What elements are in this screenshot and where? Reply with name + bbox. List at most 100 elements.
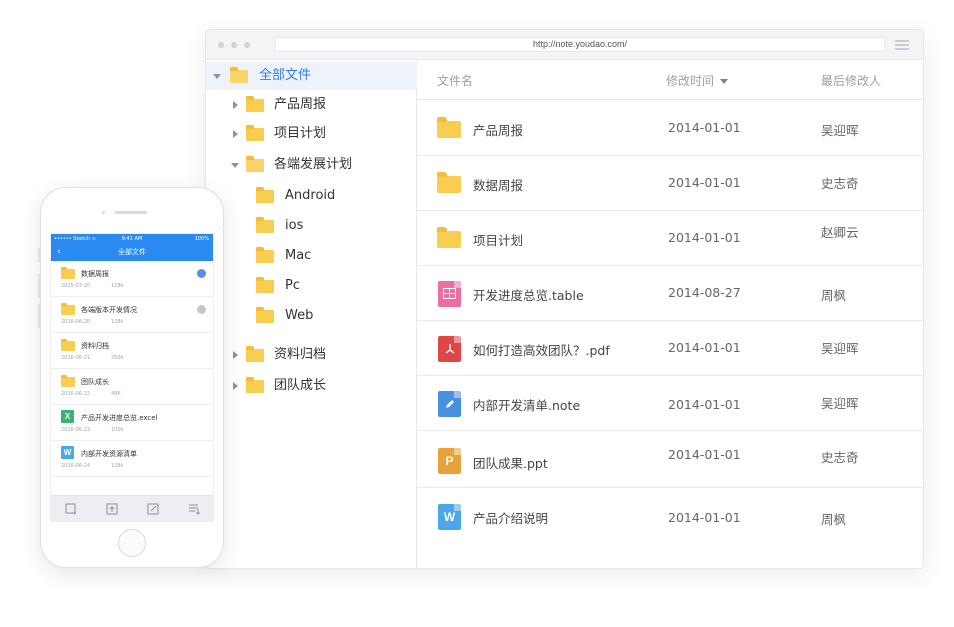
file-name[interactable]: 内部开发清单.note [473, 395, 580, 414]
folder-icon [61, 375, 75, 387]
tree-item-archive[interactable]: 资料归档 [206, 341, 417, 369]
file-date: 2014-01-01 [668, 447, 741, 462]
phone-item-size: 128k [111, 463, 124, 469]
tree-item-project-plan[interactable]: 项目计划 [206, 120, 417, 148]
window-dot-icon[interactable] [218, 42, 224, 48]
tree-item-label: 团队成长 [274, 378, 327, 393]
chevron-down-icon[interactable] [213, 74, 221, 79]
tree-item-label: 项目计划 [274, 126, 327, 141]
mobile-phone-mockup: •••••• Sketch ≈ 9:41 AM 100% ‹ 全部文件 数据周报… [38, 187, 224, 568]
column-header-modifier[interactable]: 最后修改人 [821, 72, 881, 89]
file-list-header: 文件名 修改时间 最后修改人 [417, 61, 923, 100]
phone-list-item[interactable]: 数据周报 2015-03-20 128k [51, 261, 213, 297]
tree-item-label: 资料归档 [274, 347, 327, 362]
phone-nav-title: 全部文件 [118, 248, 146, 256]
folder-icon [61, 303, 75, 315]
file-name[interactable]: 数据周报 [473, 175, 523, 194]
file-name[interactable]: 团队成果.ppt [473, 453, 548, 472]
phone-list-item[interactable]: 团队成长 2016-06-22 48K [51, 369, 213, 405]
home-button[interactable] [118, 529, 146, 557]
tree-item-label: 全部文件 [259, 68, 312, 83]
file-row[interactable]: 项目计划 2014-01-01 赵卿云 [417, 211, 923, 266]
phone-list-item[interactable]: X 产品开发进度总览.excel 2016-06-23 100k [51, 405, 213, 441]
column-header-modified[interactable]: 修改时间 [666, 72, 729, 89]
phone-item-date: 2016-06-23 [61, 427, 91, 433]
phone-item-name: 数据周报 [81, 270, 109, 278]
file-name[interactable]: 开发进度总览.table [473, 285, 584, 304]
tree-item-all-files[interactable]: 全部文件 [206, 62, 417, 90]
folder-icon [256, 187, 274, 203]
back-chevron-icon[interactable]: ‹ [57, 244, 61, 261]
file-row[interactable]: 数据周报 2014-01-01 史志奇 [417, 156, 923, 211]
file-row[interactable]: 产品周报 2014-01-01 吴迎晖 [417, 101, 923, 156]
new-note-icon[interactable] [65, 503, 77, 515]
file-row[interactable]: P 团队成果.ppt 2014-01-01 史志奇 [417, 431, 923, 488]
file-name[interactable]: 产品介绍说明 [473, 508, 548, 527]
status-time: 9:41 AM [121, 236, 143, 242]
globe-icon [197, 269, 206, 278]
tree-item-label: Pc [285, 278, 300, 293]
tree-item-ios[interactable]: ios [206, 212, 417, 240]
phone-list-item[interactable]: 各端版本开发情况 2016-06-20 128k [51, 297, 213, 333]
sort-icon[interactable] [188, 503, 200, 515]
phone-item-size: 48K [111, 391, 121, 397]
phone-item-date: 2016-06-21 [61, 355, 91, 361]
ppt-file-icon: P [438, 448, 461, 474]
folder-icon [246, 96, 264, 112]
tree-item-pc[interactable]: Pc [206, 272, 417, 300]
tree-item-web[interactable]: Web [206, 302, 417, 330]
window-dot-icon[interactable] [244, 42, 250, 48]
tree-item-platform-plan[interactable]: 各端发展计划 [206, 151, 417, 179]
tree-item-mac[interactable]: Mac [206, 242, 417, 270]
file-modifier: 吴迎晖 [821, 123, 859, 138]
file-modifier: 史志奇 [821, 176, 859, 191]
tree-item-android[interactable]: Android [206, 182, 417, 210]
file-modifier: 吴迎晖 [821, 341, 859, 356]
column-header-name[interactable]: 文件名 [437, 72, 473, 89]
column-header-modified-label: 修改时间 [666, 74, 715, 88]
sort-down-icon[interactable] [720, 79, 729, 84]
folder-icon [256, 307, 274, 323]
hamburger-menu-icon[interactable] [895, 40, 909, 50]
file-row[interactable]: 如何打造高效团队？.pdf 2014-01-01 吴迎晖 [417, 321, 923, 376]
file-name[interactable]: 项目计划 [473, 230, 523, 249]
folder-open-icon [230, 67, 248, 83]
file-row[interactable]: 内部开发清单.note 2014-01-01 吴迎晖 [417, 376, 923, 431]
chevron-right-icon[interactable] [233, 130, 238, 138]
file-row[interactable]: 开发进度总览.table 2014-08-27 周枫 [417, 266, 923, 321]
file-name[interactable]: 如何打造高效团队？.pdf [473, 340, 610, 359]
window-dot-icon[interactable] [231, 42, 237, 48]
upload-icon[interactable] [106, 503, 118, 515]
phone-item-name: 各端版本开发情况 [81, 306, 137, 314]
eye-icon [197, 305, 206, 314]
file-name[interactable]: 产品周报 [473, 120, 523, 139]
tree-item-label: 产品周报 [274, 97, 327, 112]
file-modifier: 赵卿云 [821, 225, 859, 240]
chevron-right-icon[interactable] [233, 382, 238, 390]
tree-item-team-growth[interactable]: 团队成长 [206, 372, 417, 400]
edit-icon[interactable] [147, 503, 159, 515]
file-date: 2014-01-01 [668, 397, 741, 412]
phone-side-button [38, 304, 41, 328]
word-file-icon: W [438, 504, 461, 530]
phone-item-name: 内部开发资源清单 [81, 450, 137, 458]
phone-item-name: 产品开发进度总览.excel [81, 414, 158, 422]
folder-icon [246, 346, 264, 362]
address-bar[interactable]: http://note.youdao.com/ [275, 37, 885, 52]
tree-item-product-weekly[interactable]: 产品周报 [206, 91, 417, 119]
file-modifier: 吴迎晖 [821, 396, 859, 411]
chevron-down-icon[interactable] [231, 163, 239, 168]
folder-icon [61, 339, 75, 351]
phone-list-item[interactable]: W 内部开发资源清单 2016-06-24 128k [51, 441, 213, 477]
phone-item-name: 资料归档 [81, 342, 109, 350]
phone-item-size: 128k [111, 283, 124, 289]
phone-side-button [38, 274, 41, 298]
folder-icon [437, 117, 461, 138]
status-battery: 100% [194, 236, 209, 242]
chevron-right-icon[interactable] [233, 351, 238, 359]
folder-icon [256, 277, 274, 293]
chevron-right-icon[interactable] [233, 101, 238, 109]
phone-list-item[interactable]: 资料归档 2016-06-21 256k [51, 333, 213, 369]
folder-icon [61, 267, 75, 279]
file-row[interactable]: W 产品介绍说明 2014-01-01 周枫 [417, 488, 923, 543]
